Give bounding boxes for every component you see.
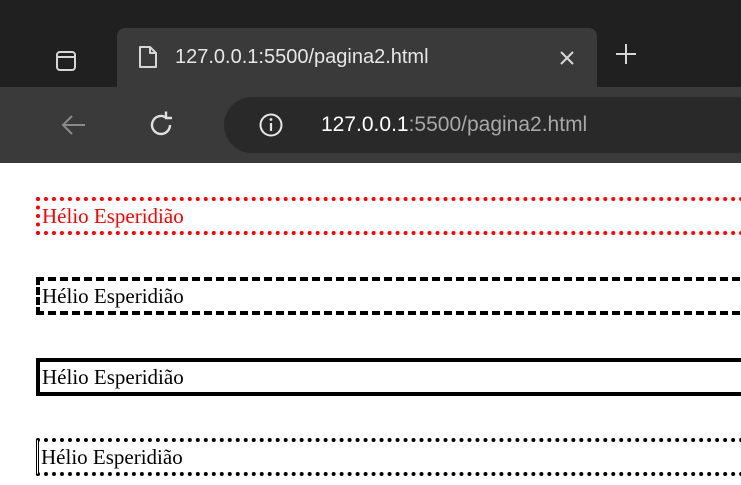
page-icon: [138, 45, 158, 69]
url-path: :5500/pagina2.html: [408, 113, 588, 136]
url-host: 127.0.0.1: [321, 113, 409, 136]
address-bar[interactable]: 127.0.0.1:5500/pagina2.html: [224, 97, 741, 153]
reload-icon[interactable]: [145, 109, 177, 141]
page-content: Hélio Esperidião Hélio Esperidião Hélio …: [0, 163, 741, 485]
browser-toolbar: 127.0.0.1:5500/pagina2.html: [0, 87, 741, 163]
active-tab[interactable]: 127.0.0.1:5500/pagina2.html: [117, 28, 597, 87]
address-url[interactable]: 127.0.0.1:5500/pagina2.html: [321, 111, 587, 139]
solid-border-box: Hélio Esperidião: [36, 358, 741, 396]
dotted-red-border-box: Hélio Esperidião: [36, 197, 741, 235]
tab-actions-icon[interactable]: [55, 50, 77, 72]
tab-title: 127.0.0.1:5500/pagina2.html: [175, 46, 429, 68]
close-icon[interactable]: [557, 48, 577, 68]
info-icon[interactable]: [258, 112, 284, 138]
tab-strip: 127.0.0.1:5500/pagina2.html: [0, 0, 741, 87]
plus-icon[interactable]: [614, 42, 638, 66]
dotted-border-box: Hélio Esperidião: [36, 438, 741, 476]
back-arrow-icon[interactable]: [60, 111, 88, 139]
dashed-border-box: Hélio Esperidião: [36, 277, 741, 315]
